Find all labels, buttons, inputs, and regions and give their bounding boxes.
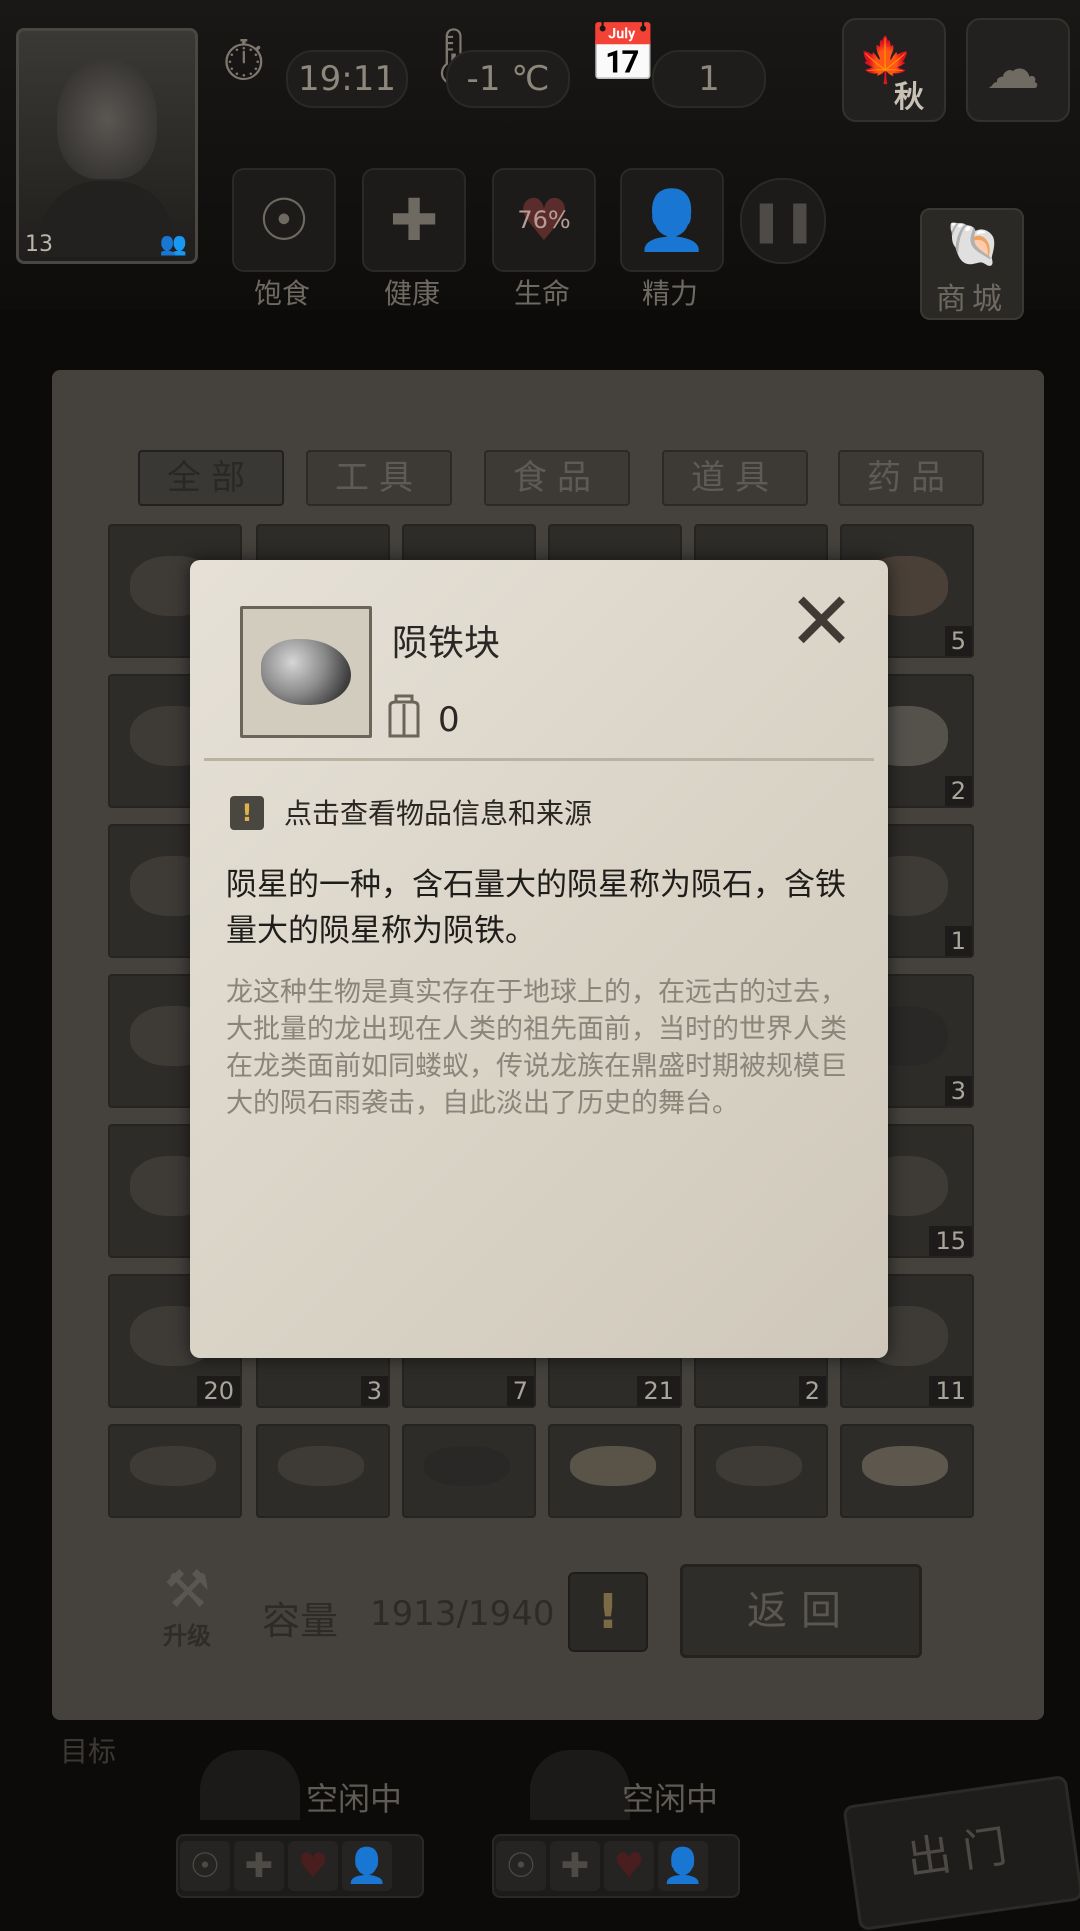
worker-avatar[interactable] <box>200 1750 300 1820</box>
worker-status: 空闲中 <box>306 1780 403 1818</box>
item-count: 1 <box>944 926 972 956</box>
item-count: 7 <box>506 1376 534 1406</box>
capacity-value: 1913/1940 <box>370 1594 555 1634</box>
item-count: 15 <box>929 1226 972 1256</box>
upgrade-label: 升级 <box>163 1622 211 1650</box>
heart-icon[interactable]: ♥ 76% <box>492 168 596 272</box>
exit-button[interactable]: 出门 <box>842 1774 1080 1931</box>
stat-label-satiety: 饱食 <box>253 277 310 310</box>
warning-icon[interactable]: ! <box>230 796 264 830</box>
divider <box>204 758 874 761</box>
temperature-display: -1 ℃ <box>446 50 570 108</box>
weather-button[interactable]: ☁ <box>966 18 1070 122</box>
dirt-icon <box>130 1446 216 1486</box>
heart-icon: ♥ <box>604 1841 654 1891</box>
item-count: 20 <box>197 1376 240 1406</box>
tab-food[interactable]: 食品 <box>484 450 630 506</box>
item-owned-count: 0 <box>438 700 460 740</box>
cloud-icon: ☁ <box>986 38 1040 101</box>
close-icon[interactable]: ✕ <box>788 582 855 662</box>
inventory-slot[interactable] <box>256 1424 390 1518</box>
character-level: 13 <box>25 232 53 257</box>
worker-stats: ☉ ✚ ♥ 👤 <box>492 1834 740 1898</box>
inventory-slot[interactable] <box>548 1424 682 1518</box>
time-display: 19:11 <box>286 50 408 108</box>
upgrade-button[interactable]: ⚒ 升级 <box>146 1564 228 1650</box>
cross-icon: ✚ <box>550 1841 600 1891</box>
item-count: 3 <box>944 1076 972 1106</box>
person-icon[interactable]: 👤 <box>620 168 724 272</box>
hammer-icon: ⚒ <box>163 1560 211 1620</box>
tab-medicine[interactable]: 药品 <box>838 450 984 506</box>
worker-status: 空闲中 <box>622 1780 719 1818</box>
inventory-slot[interactable] <box>694 1424 828 1518</box>
tab-all[interactable]: 全部 <box>138 450 284 506</box>
rock-icon <box>570 1446 656 1486</box>
character-face <box>57 59 157 179</box>
worker-stats: ☉ ✚ ♥ 👤 <box>176 1834 424 1898</box>
life-percent: 76% <box>517 206 571 234</box>
stopwatch-icon: ⏱ <box>222 29 266 94</box>
bow-icon <box>278 1446 364 1486</box>
item-info-hint-link[interactable]: 点击查看物品信息和来源 <box>284 792 592 832</box>
item-count: 3 <box>360 1376 388 1406</box>
person-icon: 👤 <box>342 1841 392 1891</box>
inventory-slot[interactable] <box>840 1424 974 1518</box>
stat-label-life: 生命 <box>513 277 570 310</box>
pause-button[interactable]: ❚❚ <box>740 178 826 264</box>
cross-icon[interactable]: ✚ <box>362 168 466 272</box>
shop-label: 商城 <box>936 282 1008 317</box>
worm-icon <box>716 1446 802 1486</box>
day-display: 1 <box>652 50 766 108</box>
companion-icon: 👥 <box>159 232 187 257</box>
item-image-frame <box>240 606 372 738</box>
back-button[interactable]: 返回 <box>680 1564 922 1658</box>
pistol-icon <box>424 1446 510 1486</box>
item-description: 陨星的一种，含石量大的陨星称为陨石，含铁量大的陨星称为陨铁。 <box>226 867 846 949</box>
target-label: 目标 <box>60 1735 117 1768</box>
item-lore: 龙这种生物是真实存在于地球上的，在远古的过去，大批量的龙出现在人类的祖先面前，当… <box>226 977 847 1119</box>
person-icon: 👤 <box>658 1841 708 1891</box>
inventory-slot[interactable] <box>108 1424 242 1518</box>
stomach-icon: ☉ <box>180 1841 230 1891</box>
backpack-icon <box>388 694 420 738</box>
capacity-label: 容量 <box>262 1599 339 1643</box>
item-count: 2 <box>798 1376 826 1406</box>
item-count: 21 <box>637 1376 680 1406</box>
season-button[interactable]: 🍁 秋 <box>842 18 946 122</box>
hide-icon <box>862 1446 948 1486</box>
tab-items[interactable]: 道具 <box>662 450 808 506</box>
item-count: 11 <box>929 1376 972 1406</box>
item-detail-dialog: 陨铁块 0 ✕ ! 点击查看物品信息和来源 陨星的一种，含石量大的陨星称为陨石，… <box>190 560 888 1358</box>
worker-avatar[interactable] <box>530 1750 630 1820</box>
season-label: 秋 <box>894 80 924 115</box>
cross-icon: ✚ <box>234 1841 284 1891</box>
shell-icon: 🐚 <box>946 219 1001 270</box>
item-count: 5 <box>944 626 972 656</box>
stomach-icon: ☉ <box>496 1841 546 1891</box>
stat-label-energy: 精力 <box>641 277 698 310</box>
meteorite-icon <box>261 639 351 705</box>
heart-icon: ♥ <box>288 1841 338 1891</box>
character-body <box>39 181 175 257</box>
shop-button[interactable]: 🐚 商城 <box>920 208 1024 320</box>
inventory-slot[interactable] <box>402 1424 536 1518</box>
character-portrait[interactable]: 13 👥 <box>16 28 198 264</box>
stomach-icon[interactable]: ☉ <box>232 168 336 272</box>
info-warning-button[interactable]: ! <box>568 1572 648 1652</box>
item-name: 陨铁块 <box>392 623 501 664</box>
item-count: 2 <box>944 776 972 806</box>
stat-label-health: 健康 <box>383 277 440 310</box>
calendar-icon: 📅 <box>588 21 658 86</box>
tab-tools[interactable]: 工具 <box>306 450 452 506</box>
